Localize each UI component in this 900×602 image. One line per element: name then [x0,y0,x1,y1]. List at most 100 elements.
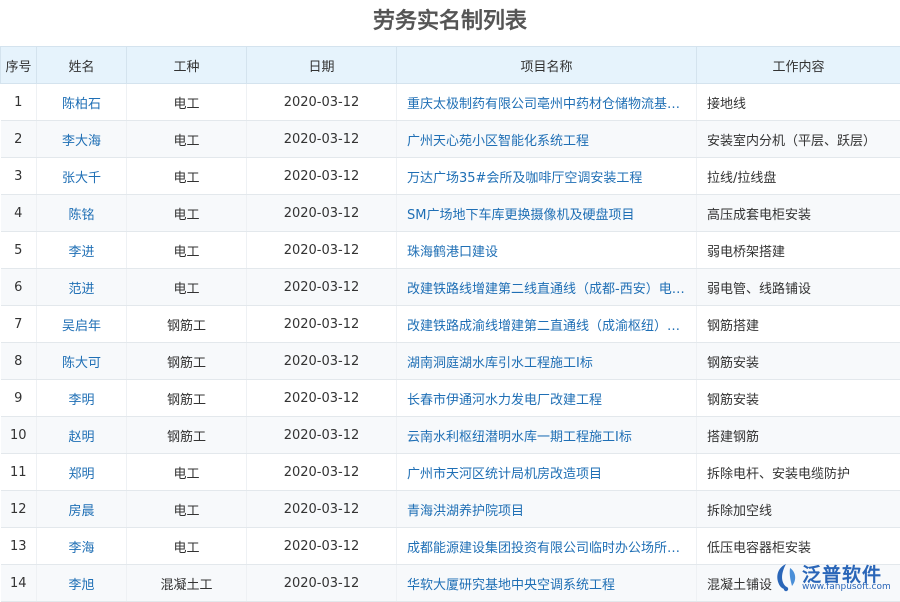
cell-name[interactable]: 范进 [37,269,127,306]
cell-name[interactable]: 李旭 [37,565,127,602]
cell-type: 混凝土工 [127,565,247,602]
cell-name[interactable]: 陈柏石 [37,84,127,121]
cell-project[interactable]: 重庆太极制药有限公司亳州中药材仓储物流基… [397,84,697,121]
cell-type: 电工 [127,232,247,269]
cell-name[interactable]: 陈铭 [37,195,127,232]
cell-date: 2020-03-12 [247,269,397,306]
table-row[interactable]: 1陈柏石电工2020-03-12重庆太极制药有限公司亳州中药材仓储物流基…接地线 [1,84,900,121]
cell-work: 低压电容器柜安装 [697,528,900,565]
cell-name[interactable]: 吴启年 [37,306,127,343]
cell-work: 弱电桥架搭建 [697,232,900,269]
cell-type: 电工 [127,84,247,121]
cell-project[interactable]: 长春市伊通河水力发电厂改建工程 [397,380,697,417]
cell-index: 9 [1,380,37,417]
cell-date: 2020-03-12 [247,454,397,491]
cell-type: 电工 [127,269,247,306]
cell-date: 2020-03-12 [247,84,397,121]
fanpu-logo-icon [772,562,800,592]
cell-date: 2020-03-12 [247,343,397,380]
cell-work: 钢筋安装 [697,380,900,417]
labor-table: 序号 姓名 工种 日期 项目名称 工作内容 1陈柏石电工2020-03-12重庆… [0,46,900,602]
cell-name[interactable]: 李海 [37,528,127,565]
cell-name[interactable]: 张大千 [37,158,127,195]
cell-date: 2020-03-12 [247,232,397,269]
cell-type: 电工 [127,528,247,565]
cell-name[interactable]: 郑明 [37,454,127,491]
cell-index: 14 [1,565,37,602]
cell-work: 拆除电杆、安装电缆防护 [697,454,900,491]
cell-type: 钢筋工 [127,380,247,417]
table-row[interactable]: 12房晨电工2020-03-12青海洪湖养护院项目拆除加空线 [1,491,900,528]
cell-name[interactable]: 李明 [37,380,127,417]
cell-name[interactable]: 陈大可 [37,343,127,380]
table-row[interactable]: 6范进电工2020-03-12改建铁路线增建第二线直通线（成都-西安）电…弱电管… [1,269,900,306]
table-row[interactable]: 2李大海电工2020-03-12广州天心苑小区智能化系统工程安装室内分机（平层、… [1,121,900,158]
cell-date: 2020-03-12 [247,417,397,454]
cell-type: 电工 [127,158,247,195]
cell-work: 拉线/拉线盘 [697,158,900,195]
cell-index: 3 [1,158,37,195]
col-header-name[interactable]: 姓名 [37,47,127,84]
cell-date: 2020-03-12 [247,565,397,602]
table-row[interactable]: 7吴启年钢筋工2020-03-12改建铁路成渝线增建第二直通线（成渝枢纽）…钢筋… [1,306,900,343]
brand-logo: 泛普软件 www.fanpusoft.com [772,560,892,594]
cell-index: 2 [1,121,37,158]
cell-work: 弱电管、线路铺设 [697,269,900,306]
cell-name[interactable]: 赵明 [37,417,127,454]
table-row[interactable]: 11郑明电工2020-03-12广州市天河区统计局机房改造项目拆除电杆、安装电缆… [1,454,900,491]
cell-project[interactable]: SM广场地下车库更换摄像机及硬盘项目 [397,195,697,232]
cell-type: 电工 [127,454,247,491]
col-header-date[interactable]: 日期 [247,47,397,84]
cell-index: 12 [1,491,37,528]
cell-work: 钢筋搭建 [697,306,900,343]
col-header-index[interactable]: 序号 [1,47,37,84]
cell-work: 接地线 [697,84,900,121]
cell-name[interactable]: 房晨 [37,491,127,528]
cell-index: 1 [1,84,37,121]
cell-project[interactable]: 广州天心苑小区智能化系统工程 [397,121,697,158]
cell-work: 高压成套电柜安装 [697,195,900,232]
cell-index: 11 [1,454,37,491]
cell-type: 钢筋工 [127,343,247,380]
cell-index: 13 [1,528,37,565]
cell-project[interactable]: 青海洪湖养护院项目 [397,491,697,528]
cell-type: 钢筋工 [127,306,247,343]
table-row[interactable]: 4陈铭电工2020-03-12SM广场地下车库更换摄像机及硬盘项目高压成套电柜安… [1,195,900,232]
cell-project[interactable]: 万达广场35#会所及咖啡厅空调安装工程 [397,158,697,195]
cell-project[interactable]: 成都能源建设集团投资有限公司临时办公场所… [397,528,697,565]
cell-date: 2020-03-12 [247,121,397,158]
cell-project[interactable]: 广州市天河区统计局机房改造项目 [397,454,697,491]
col-header-work[interactable]: 工作内容 [697,47,900,84]
table-row[interactable]: 8陈大可钢筋工2020-03-12湖南洞庭湖水库引水工程施工I标钢筋安装 [1,343,900,380]
cell-date: 2020-03-12 [247,306,397,343]
logo-url: www.fanpusoft.com [802,582,891,592]
cell-project[interactable]: 改建铁路成渝线增建第二直通线（成渝枢纽）… [397,306,697,343]
cell-name[interactable]: 李大海 [37,121,127,158]
cell-date: 2020-03-12 [247,158,397,195]
table-row[interactable]: 14李旭混凝土工2020-03-12华软大厦研究基地中央空调系统工程混凝土铺设 [1,565,900,602]
cell-project[interactable]: 华软大厦研究基地中央空调系统工程 [397,565,697,602]
cell-project[interactable]: 改建铁路线增建第二线直通线（成都-西安）电… [397,269,697,306]
cell-name[interactable]: 李进 [37,232,127,269]
cell-date: 2020-03-12 [247,195,397,232]
cell-index: 5 [1,232,37,269]
cell-project[interactable]: 湖南洞庭湖水库引水工程施工I标 [397,343,697,380]
table-header-row: 序号 姓名 工种 日期 项目名称 工作内容 [1,47,900,84]
cell-project[interactable]: 珠海鹤港口建设 [397,232,697,269]
cell-date: 2020-03-12 [247,380,397,417]
table-row[interactable]: 5李进电工2020-03-12珠海鹤港口建设弱电桥架搭建 [1,232,900,269]
col-header-type[interactable]: 工种 [127,47,247,84]
cell-date: 2020-03-12 [247,491,397,528]
cell-index: 7 [1,306,37,343]
cell-work: 钢筋安装 [697,343,900,380]
table-row[interactable]: 3张大千电工2020-03-12万达广场35#会所及咖啡厅空调安装工程拉线/拉线… [1,158,900,195]
table-row[interactable]: 10赵明钢筋工2020-03-12云南水利枢纽潜明水库一期工程施工I标搭建钢筋 [1,417,900,454]
cell-index: 8 [1,343,37,380]
cell-type: 电工 [127,491,247,528]
table-row[interactable]: 9李明钢筋工2020-03-12长春市伊通河水力发电厂改建工程钢筋安装 [1,380,900,417]
cell-project[interactable]: 云南水利枢纽潜明水库一期工程施工I标 [397,417,697,454]
page-title: 劳务实名制列表 [0,0,900,46]
cell-work: 安装室内分机（平层、跃层） [697,121,900,158]
table-row[interactable]: 13李海电工2020-03-12成都能源建设集团投资有限公司临时办公场所…低压电… [1,528,900,565]
col-header-project[interactable]: 项目名称 [397,47,697,84]
